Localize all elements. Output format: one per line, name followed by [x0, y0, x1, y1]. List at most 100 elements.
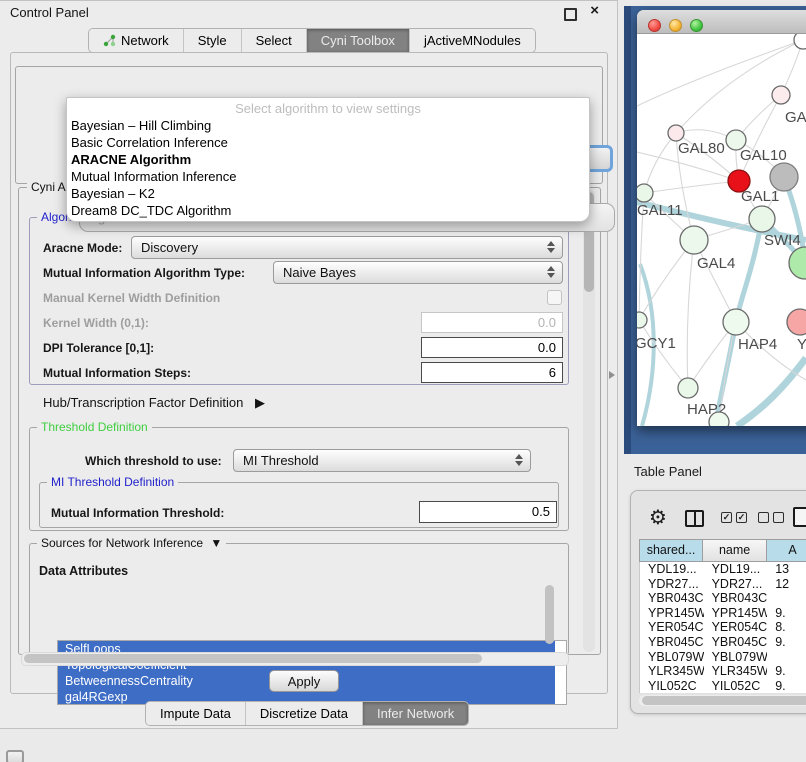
network-node-unlabeled[interactable] [770, 163, 798, 191]
table-row[interactable]: YIL052CYIL052C9. [640, 679, 806, 693]
network-node-hap2[interactable] [678, 378, 698, 398]
tab-impute-data[interactable]: Impute Data [146, 702, 246, 725]
table-cell[interactable]: YDL19... [640, 562, 704, 577]
table-cell[interactable]: YPR145W [704, 606, 768, 621]
checked-box-icon: ✓ [736, 512, 747, 523]
network-node-unlabeled[interactable] [709, 412, 729, 426]
kernel-width-field[interactable]: 0.0 [421, 312, 563, 333]
table-row[interactable]: YLR345WYLR345W9. [640, 664, 806, 679]
table-cell[interactable] [767, 650, 806, 665]
network-node-gal80[interactable] [668, 125, 684, 141]
table-row[interactable]: YBR045CYBR045C9. [640, 635, 806, 650]
settings-hscrollbar[interactable] [21, 652, 569, 666]
table-cell[interactable]: YIL052C [640, 679, 704, 693]
gear-icon[interactable]: ⚙ [649, 505, 667, 529]
table-cell[interactable]: 9. [767, 635, 806, 650]
table-cell[interactable]: 9. [767, 679, 806, 693]
tab-network[interactable]: Network [89, 29, 184, 52]
close-traffic-light[interactable] [648, 19, 661, 32]
aracne-mode-combo[interactable]: Discovery [131, 236, 563, 259]
table-cell[interactable]: YBR043C [704, 591, 768, 606]
settings-scrollbar[interactable] [583, 190, 595, 652]
which-threshold-combo[interactable]: MI Threshold [233, 449, 531, 472]
splitter-arrow-icon[interactable] [609, 371, 615, 379]
table-cell[interactable]: YDR27... [704, 577, 768, 592]
table-hscrollbar-thumb[interactable] [642, 696, 806, 705]
algorithm-option-bayesian-k2[interactable]: Bayesian – K2 [71, 185, 585, 202]
network-node-y[interactable] [787, 309, 806, 335]
algorithm-option-aracne-algorithm[interactable]: ARACNE Algorithm [71, 151, 585, 168]
tab-jactivemnodules[interactable]: jActiveMNodules [410, 29, 535, 52]
table-cell[interactable]: YDL19... [704, 562, 768, 577]
table-cell[interactable]: 9. [767, 664, 806, 679]
network-node-gal4[interactable] [680, 226, 708, 254]
table-cell[interactable]: YBL079W [640, 650, 704, 665]
hub-definition-toggle[interactable]: Hub/Transcription Factor Definition ▶ [43, 395, 265, 411]
algorithm-option-basic-correlation-inference[interactable]: Basic Correlation Inference [71, 134, 585, 151]
tab-style[interactable]: Style [184, 29, 242, 52]
table-cell[interactable]: YBR045C [704, 635, 768, 650]
network-window-titlebar[interactable] [637, 10, 806, 34]
sources-group-toggle[interactable]: Sources for Network Inference ▼ [37, 536, 226, 550]
table-cell[interactable] [767, 591, 806, 606]
table-cell[interactable]: YER054C [704, 620, 768, 635]
table-cell[interactable]: 13 [767, 562, 806, 577]
network-node-gal11[interactable] [637, 184, 653, 202]
column-header-shared[interactable]: shared... [639, 539, 703, 562]
new-table-icon[interactable] [793, 507, 806, 527]
table-cell[interactable]: 8. [767, 620, 806, 635]
table-row[interactable]: YDL19...YDL19...13 [640, 562, 806, 577]
table-cell[interactable]: 9. [767, 606, 806, 621]
table-cell[interactable]: YDR27... [640, 577, 704, 592]
mi-type-combo[interactable]: Naive Bayes [273, 261, 563, 284]
network-node-unlabeled[interactable] [789, 247, 806, 279]
tab-cyni-toolbox[interactable]: Cyni Toolbox [307, 29, 410, 52]
dpi-tolerance-field[interactable]: 0.0 [421, 337, 563, 358]
table-cell[interactable]: 12 [767, 577, 806, 592]
table-hscrollbar[interactable] [639, 695, 806, 706]
attributes-scrollbar-thumb[interactable] [545, 585, 554, 644]
apply-button[interactable]: Apply [269, 670, 339, 692]
network-node-gal[interactable] [772, 86, 790, 104]
tab-label: Infer Network [377, 706, 454, 721]
network-node-hap4[interactable] [723, 309, 749, 335]
manual-kernel-checkbox[interactable] [547, 290, 562, 305]
settings-hscrollbar-thumb[interactable] [24, 654, 482, 663]
algorithm-option-mutual-information-inference[interactable]: Mutual Information Inference [71, 168, 585, 185]
split-columns-icon[interactable] [685, 510, 704, 527]
table-cell[interactable]: YBR045C [640, 635, 704, 650]
mi-threshold-definition-title: MI Threshold Definition [47, 475, 178, 489]
network-node-swi4[interactable] [749, 206, 775, 232]
table-cell[interactable]: YBL079W [704, 650, 768, 665]
algorithm-option-dream8-dc-tdc-algorithm[interactable]: Dream8 DC_TDC Algorithm [71, 202, 585, 219]
float-window-icon[interactable] [564, 8, 577, 21]
tab-select[interactable]: Select [242, 29, 307, 52]
table-row[interactable]: YBR043CYBR043C [640, 591, 806, 606]
minimize-traffic-light[interactable] [669, 19, 682, 32]
table-cell[interactable]: YER054C [640, 620, 704, 635]
table-row[interactable]: YER054CYER054C8. [640, 620, 806, 635]
select-all-icon[interactable]: ✓✓ [721, 512, 747, 523]
table-cell[interactable]: YBR043C [640, 591, 704, 606]
algorithm-option-bayesian-hill-climbing[interactable]: Bayesian – Hill Climbing [71, 117, 585, 134]
tab-discretize-data[interactable]: Discretize Data [246, 702, 363, 725]
mi-steps-field[interactable]: 6 [421, 362, 563, 383]
table-cell[interactable]: YPR145W [640, 606, 704, 621]
network-node-gcy1[interactable] [637, 312, 647, 328]
column-header-name[interactable]: name [703, 539, 767, 562]
tab-infer-network[interactable]: Infer Network [363, 702, 468, 725]
table-row[interactable]: YBL079WYBL079W [640, 650, 806, 665]
table-row[interactable]: YDR27...YDR27...12 [640, 577, 806, 592]
table-cell[interactable]: YLR345W [704, 664, 768, 679]
deselect-all-icon[interactable] [758, 512, 784, 523]
mi-threshold-field[interactable]: 0.5 [419, 501, 557, 523]
table-cell[interactable]: YLR345W [640, 664, 704, 679]
table-row[interactable]: YPR145WYPR145W9. [640, 606, 806, 621]
mini-button[interactable] [6, 750, 24, 762]
column-header-a[interactable]: A [767, 539, 806, 562]
zoom-traffic-light[interactable] [690, 19, 703, 32]
table-cell[interactable]: YIL052C [704, 679, 768, 693]
network-node-unlabeled[interactable] [794, 34, 806, 49]
network-canvas[interactable]: GALGAL80GAL10GAL1SWI4GAL11GAL4GCY1HAP4YH… [637, 34, 806, 426]
close-icon[interactable]: × [590, 2, 599, 19]
